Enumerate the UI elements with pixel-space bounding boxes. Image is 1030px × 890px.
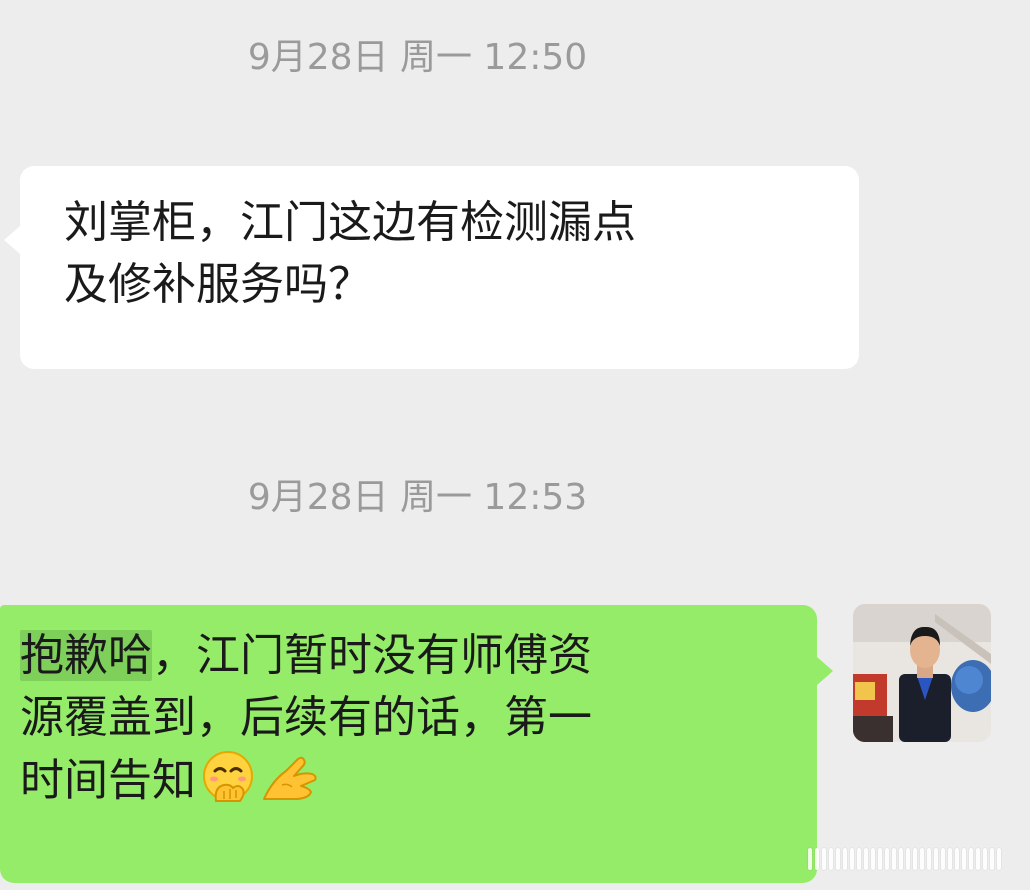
message-text-line: 源覆盖到，后续有的话，第一 <box>20 692 592 743</box>
face-with-hand-over-mouth-icon <box>200 749 256 822</box>
pinching-hand-icon <box>260 749 322 822</box>
watermark <box>808 848 1001 870</box>
timestamp-1: 9月28日 周一 12:50 <box>247 37 588 78</box>
message-text-line: 刘掌柜，江门这边有检测漏点 <box>64 197 636 248</box>
outgoing-message-bubble[interactable]: 抱歉哈，江门暂时没有师傅资 源覆盖到，后续有的话，第一 时间告知 <box>0 605 833 883</box>
avatar[interactable] <box>853 604 991 742</box>
incoming-message-bubble[interactable]: 刘掌柜，江门这边有检测漏点 及修补服务吗？ <box>4 166 859 369</box>
message-text-rest: ，江门暂时没有师傅资 <box>152 630 592 681</box>
highlighted-text: 抱歉哈 <box>20 630 152 681</box>
message-text-segment: 时间告知 <box>20 755 196 806</box>
message-text-line: 及修补服务吗？ <box>64 259 372 310</box>
message-text-line: 抱歉哈，江门暂时没有师傅资 <box>20 625 787 687</box>
avatar-photo <box>853 604 991 742</box>
message-text-line: 时间告知 <box>20 749 787 822</box>
timestamp-2: 9月28日 周一 12:53 <box>247 477 588 518</box>
